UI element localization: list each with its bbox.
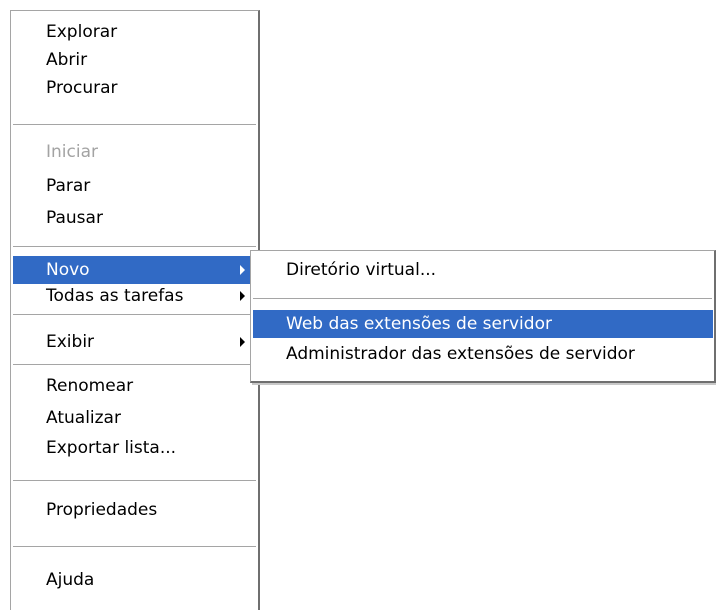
menu-item-label: Procurar xyxy=(46,78,118,98)
menu-separator xyxy=(13,246,256,247)
menu-separator xyxy=(13,314,256,315)
menu-item-label: Ajuda xyxy=(46,570,95,590)
menu-separator xyxy=(253,298,712,299)
menu-item-label: Web das extensões de servidor xyxy=(286,314,552,334)
menu-item-label: Iniciar xyxy=(46,142,98,162)
menu-separator xyxy=(13,546,256,547)
novo-submenu: Diretório virtual... Web das extensões d… xyxy=(250,250,716,383)
menu-separator xyxy=(13,480,256,481)
menu-item-label: Diretório virtual... xyxy=(286,260,437,280)
menu-item-procurar[interactable]: Procurar xyxy=(13,74,257,102)
menu-item-label: Exportar lista... xyxy=(46,438,177,458)
menu-item-label: Renomear xyxy=(46,376,134,396)
submenu-item-administrador-extensoes[interactable]: Administrador das extensões de servidor xyxy=(253,340,713,368)
menu-item-propriedades[interactable]: Propriedades xyxy=(13,496,257,524)
menu-item-iniciar: Iniciar xyxy=(13,138,257,166)
menu-item-label: Parar xyxy=(46,176,91,196)
menu-item-ajuda[interactable]: Ajuda xyxy=(13,566,257,594)
submenu-arrow-icon xyxy=(240,337,245,347)
menu-item-label: Administrador das extensões de servidor xyxy=(286,344,635,364)
menu-item-label: Abrir xyxy=(46,50,88,70)
submenu-arrow-icon xyxy=(240,291,245,301)
menu-item-abrir[interactable]: Abrir xyxy=(13,46,257,74)
menu-item-parar[interactable]: Parar xyxy=(13,172,257,200)
menu-item-label: Pausar xyxy=(46,208,103,228)
menu-item-pausar[interactable]: Pausar xyxy=(13,204,257,232)
menu-item-novo[interactable]: Novo xyxy=(13,256,257,284)
menu-item-label: Propriedades xyxy=(46,500,158,520)
menu-item-exportar-lista[interactable]: Exportar lista... xyxy=(13,434,257,462)
menu-item-label: Todas as tarefas xyxy=(46,286,184,306)
submenu-arrow-icon xyxy=(240,265,245,275)
menu-item-label: Exibir xyxy=(46,332,95,352)
menu-item-label: Novo xyxy=(46,260,90,280)
context-menu: Explorar Abrir Procurar Iniciar Parar Pa… xyxy=(10,10,260,610)
menu-item-explorar[interactable]: Explorar xyxy=(13,18,257,46)
menu-item-renomear[interactable]: Renomear xyxy=(13,372,257,400)
menu-item-exibir[interactable]: Exibir xyxy=(13,328,257,356)
submenu-item-web-extensoes[interactable]: Web das extensões de servidor xyxy=(253,310,713,338)
menu-item-label: Explorar xyxy=(46,22,118,42)
menu-separator xyxy=(13,364,256,365)
menu-item-label: Atualizar xyxy=(46,408,121,428)
menu-separator xyxy=(13,124,256,125)
menu-item-todas-as-tarefas[interactable]: Todas as tarefas xyxy=(13,282,257,310)
menu-item-atualizar[interactable]: Atualizar xyxy=(13,404,257,432)
submenu-item-diretorio-virtual[interactable]: Diretório virtual... xyxy=(253,256,713,284)
